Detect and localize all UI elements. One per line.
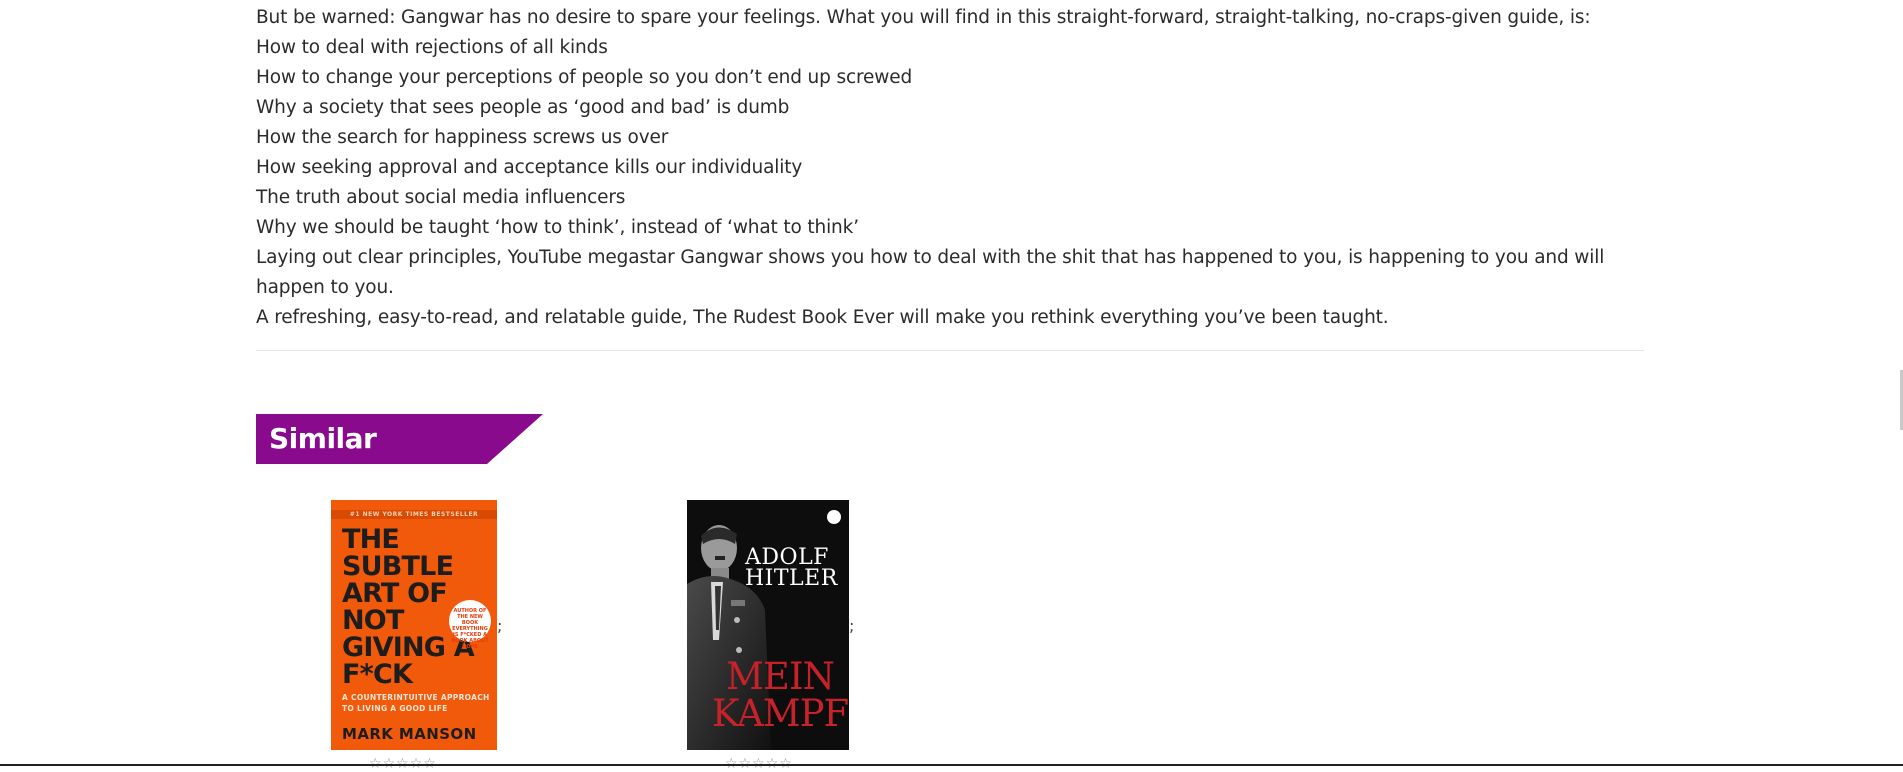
description-point: How the search for happiness screws us o… <box>256 127 669 148</box>
section-divider <box>256 350 1644 351</box>
cover-title: MEIN KAMPF <box>711 655 849 735</box>
cover-subtitle: A COUNTERINTUITIVE APPROACH TO LIVING A … <box>342 693 490 713</box>
description-point: The truth about social media influencers <box>256 187 626 208</box>
cover-sticker: AUTHOR OF THE NEW BOOK EVERYTHING IS F*C… <box>449 600 491 650</box>
description-closing: Laying out clear principles, YouTube meg… <box>256 247 1605 298</box>
cover-topline: #1 NEW YORK TIMES BESTSELLER <box>331 510 497 519</box>
book-description: But be warned: Gangwar has no desire to … <box>256 3 1644 333</box>
description-point: Why a society that sees people as ‘good … <box>256 97 790 118</box>
cover-author: ADOLF HITLER <box>745 545 838 591</box>
description-point: How to change your perceptions of people… <box>256 67 913 88</box>
similar-book-card[interactable]: #1 NEW YORK TIMES BESTSELLER THE SUBTLE … <box>331 500 511 772</box>
cover-author: MARK MANSON <box>342 725 477 743</box>
publisher-logo <box>827 510 841 524</box>
description-closing: A refreshing, easy-to-read, and relatabl… <box>256 307 1389 328</box>
similar-heading: Similar <box>269 422 377 455</box>
description-point: How to deal with rejections of all kinds <box>256 37 608 58</box>
similar-book-card[interactable]: ADOLF HITLER MEIN KAMPF ; ☆☆☆☆☆ <box>687 500 867 772</box>
separator: ; <box>849 616 855 635</box>
separator: ; <box>497 616 503 635</box>
book-cover-subtle-art[interactable]: #1 NEW YORK TIMES BESTSELLER THE SUBTLE … <box>331 500 497 750</box>
description-point: Why we should be taught ‘how to think’, … <box>256 217 859 238</box>
description-point: How seeking approval and acceptance kill… <box>256 157 803 178</box>
similar-section-banner: Similar <box>256 414 543 464</box>
book-cover-mein-kampf[interactable]: ADOLF HITLER MEIN KAMPF <box>687 500 849 750</box>
description-intro: But be warned: Gangwar has no desire to … <box>256 7 1591 28</box>
